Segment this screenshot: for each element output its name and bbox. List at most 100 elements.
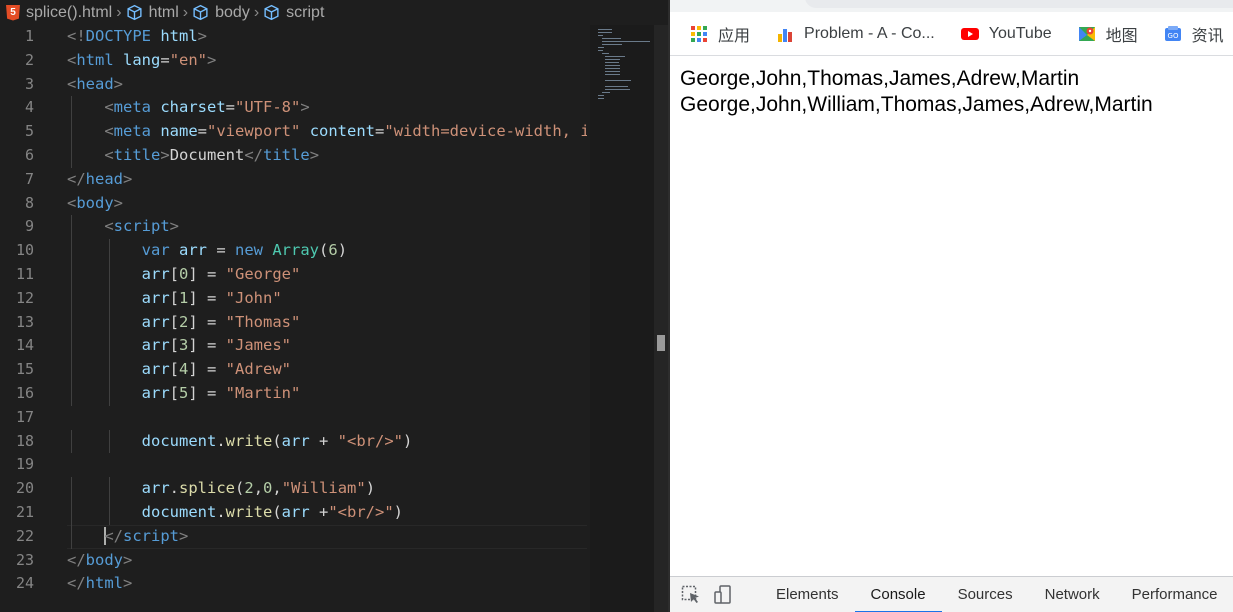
chevron-right-icon: › (182, 3, 189, 21)
code-token: = (197, 122, 208, 141)
bookmark-item[interactable]: YouTube (960, 25, 1052, 43)
code-token: ( (235, 479, 245, 498)
code-token: body (76, 193, 114, 212)
line-number: 4 (24, 98, 34, 117)
device-toolbar-icon[interactable] (712, 584, 734, 606)
code-token: 1 (179, 288, 189, 307)
bookmark-item[interactable]: Problem - A - Co... (776, 25, 935, 43)
code-token: title (113, 145, 161, 164)
bookmark-label: 地图 (1105, 27, 1138, 45)
code-token: < (104, 217, 114, 236)
code-token: [ (169, 312, 179, 331)
chevron-right-icon: › (253, 3, 260, 21)
indent-guide (71, 358, 72, 382)
code-editor[interactable]: 5 splice().html › html › body › script 1… (0, 0, 670, 612)
minimap-line (605, 89, 631, 90)
line-number: 19 (15, 455, 34, 474)
code-token: ] = (188, 336, 226, 355)
indent-guide (108, 239, 110, 263)
code-token: arr (281, 502, 310, 521)
code-token: > (169, 217, 180, 236)
code-token: </ (104, 526, 123, 545)
code-token: document (141, 431, 217, 450)
line-number: 18 (15, 431, 34, 450)
address-bar-strip (670, 0, 1233, 12)
code-token: < (104, 122, 114, 141)
code-token: < (67, 74, 77, 93)
code-token: 4 (179, 360, 189, 379)
code-line: <meta charset="UTF-8"> (67, 96, 587, 121)
bookmark-label: 资讯 (1191, 27, 1224, 45)
devtools-tab-console[interactable]: Console (854, 577, 942, 612)
code-token: </ (67, 169, 86, 188)
scrollbar-thumb[interactable] (657, 335, 665, 351)
line-number: 9 (24, 217, 34, 236)
devtools-tab-elements[interactable]: Elements (760, 577, 855, 612)
minimap-line (605, 59, 621, 60)
indent-guide (71, 334, 72, 359)
devtools-tab-sources[interactable]: Sources (942, 577, 1029, 612)
code-token: 2 (244, 479, 254, 498)
code-token: "Martin" (225, 383, 301, 402)
minimap-line (598, 50, 604, 51)
minimap-line (601, 38, 622, 39)
code-token: 0 (263, 479, 273, 498)
bookmark-item[interactable]: GO 资讯 (1164, 22, 1224, 46)
devtools-tab-network[interactable]: Network (1029, 577, 1116, 612)
bookmark-item[interactable]: 地图 (1078, 22, 1138, 46)
code-line: <head> (67, 73, 587, 97)
code-token: > (309, 145, 320, 164)
breadcrumb-item-body[interactable]: body (192, 4, 250, 22)
indent-guide (71, 286, 72, 311)
line-number: 22 (15, 526, 34, 545)
code-token: body (85, 550, 123, 569)
bookmark-label: Problem - A - Co... (804, 24, 935, 42)
devtools-toolbar: Elements Console Sources Network Performance… (670, 576, 1233, 612)
inspect-element-icon[interactable] (680, 584, 702, 606)
code-token: <! (67, 27, 86, 45)
code-token: write (225, 502, 273, 521)
breadcrumb-item-html[interactable]: html (126, 4, 179, 22)
minimap-line (598, 98, 605, 99)
bookmark-item[interactable]: 应用 (690, 22, 750, 46)
address-bar[interactable] (805, 0, 1233, 8)
code-line: <html lang="en"> (67, 49, 587, 73)
minimap[interactable] (590, 25, 654, 612)
code-token: document (141, 502, 217, 521)
vertical-scrollbar[interactable] (654, 25, 668, 612)
code-token: "UTF-8" (235, 98, 301, 117)
code-token: "width=device-width, initial-scale=1.0" (384, 122, 587, 141)
breadcrumb-label: html (148, 3, 179, 21)
code-token: [ (169, 360, 179, 379)
code-token: arr (141, 336, 170, 355)
symbol-cube-icon (126, 4, 143, 21)
code-token: > (123, 169, 133, 188)
code-line: var arr = new Array(6) (67, 239, 587, 263)
code-token: "viewport" (207, 122, 301, 141)
line-number: 10 (15, 241, 34, 260)
code-token: head (85, 169, 123, 188)
devtools-tab-performance[interactable]: Performance (1116, 577, 1233, 612)
breadcrumb-item-file[interactable]: 5 splice().html (6, 4, 112, 22)
minimap-line (598, 29, 612, 30)
code-area[interactable]: <!DOCTYPE html> <html lang="en"> <head> <m… (67, 25, 587, 596)
breadcrumb-item-script[interactable]: script (263, 4, 324, 22)
code-line: document.write(arr + "<br/>") (67, 429, 587, 454)
code-token: "<br/>" (328, 502, 394, 521)
symbol-cube-icon (263, 4, 280, 21)
code-token: ] = (188, 360, 226, 379)
code-token: < (104, 145, 114, 164)
indent-guide (71, 120, 72, 144)
code-line: arr[2] = "Thomas" (67, 310, 587, 335)
code-token: . (216, 502, 226, 521)
line-number: 23 (15, 550, 34, 569)
